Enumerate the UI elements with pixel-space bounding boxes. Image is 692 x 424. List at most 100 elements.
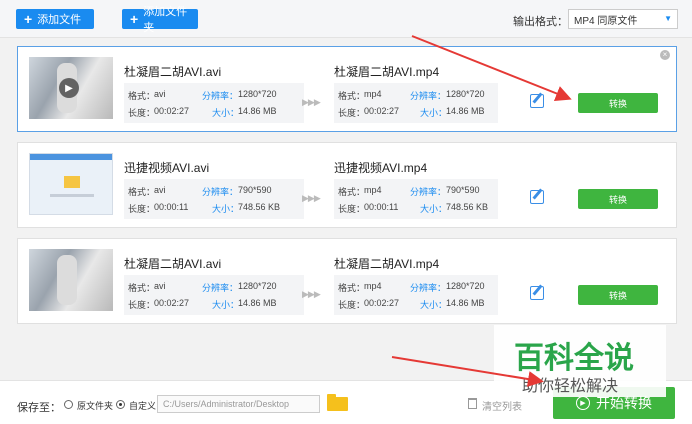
resolution-label: 分辨率：	[410, 187, 447, 197]
original-folder-radio[interactable]	[64, 400, 73, 409]
size-label: 大小：	[212, 108, 240, 118]
source-format: avi	[154, 89, 166, 99]
source-file-name: 迅捷视频AVI.avi	[124, 161, 210, 175]
size-label: 大小：	[212, 300, 240, 310]
thumbnail-figure	[57, 255, 77, 305]
target-resolution: 1280*720	[446, 89, 485, 99]
source-format: avi	[154, 185, 166, 195]
target-size: 748.56 KB	[446, 202, 489, 212]
resolution-label: 分辨率：	[410, 91, 447, 101]
size-label: 大小：	[420, 108, 448, 118]
watermark-title: 百科全说	[514, 341, 634, 376]
target-size: 14.86 MB	[446, 106, 485, 116]
file-item[interactable]: 迅捷视频AVI.avi 格式： avi 分辨率： 790*590 长度： 00:…	[17, 142, 677, 228]
target-resolution: 790*590	[446, 185, 480, 195]
source-size: 14.86 MB	[238, 298, 277, 308]
play-icon[interactable]: ▶	[59, 78, 79, 98]
edit-icon[interactable]	[530, 190, 544, 204]
convert-button[interactable]: 转换	[578, 189, 658, 209]
target-format: mp4	[364, 89, 382, 99]
size-label: 大小：	[420, 300, 448, 310]
source-file-name: 杜凝眉二胡AVI.avi	[124, 65, 222, 79]
target-info-box: 格式： mp4 分辨率： 1280*720 长度： 00:02:27 大小： 1…	[334, 83, 498, 123]
target-format: mp4	[364, 281, 382, 291]
output-format-label: 输出格式：	[513, 16, 568, 28]
resolution-label: 分辨率：	[202, 91, 239, 101]
clear-list-button[interactable]: 清空列表	[482, 398, 522, 413]
source-info-box: 格式： avi 分辨率： 790*590 长度： 00:00:11 大小： 74…	[124, 179, 304, 219]
duration-label: 长度：	[128, 108, 156, 118]
toolbar: + 添加文件 + 添加文件夹 输出格式： MP4 同原文件 ▼	[0, 0, 692, 38]
add-file-button[interactable]: + 添加文件	[16, 9, 94, 29]
custom-folder-label[interactable]: 自定义	[129, 399, 156, 412]
source-duration: 00:02:27	[154, 298, 190, 308]
target-size: 14.86 MB	[446, 298, 485, 308]
source-size: 748.56 KB	[238, 202, 281, 212]
format-label: 格式：	[128, 91, 156, 101]
output-format-select[interactable]: MP4 同原文件 ▼	[568, 9, 678, 29]
format-label: 格式：	[338, 187, 366, 197]
original-folder-label[interactable]: 原文件夹	[77, 399, 113, 412]
close-icon[interactable]: ×	[660, 50, 670, 60]
watermark-subtitle: 助你轻松解决	[522, 376, 619, 395]
add-file-label: 添加文件	[37, 14, 82, 26]
source-duration: 00:00:11	[154, 202, 189, 212]
arrow-right-icon: ▶▶▶	[302, 193, 321, 203]
target-file-name: 迅捷视频AVI.mp4	[334, 161, 428, 175]
format-label: 格式：	[128, 187, 156, 197]
thumbnail-line	[50, 194, 94, 197]
plus-icon: +	[130, 11, 139, 27]
add-folder-label: 添加文件夹	[143, 6, 188, 34]
duration-label: 长度：	[128, 300, 156, 310]
target-format: mp4	[364, 185, 382, 195]
resolution-label: 分辨率：	[410, 283, 447, 293]
edit-icon[interactable]	[530, 286, 544, 300]
watermark: 百科全说 助你轻松解决	[494, 325, 666, 397]
file-item[interactable]: 杜凝眉二胡AVI.avi 格式： avi 分辨率： 1280*720 长度： 0…	[17, 238, 677, 324]
trash-icon[interactable]	[468, 398, 477, 409]
duration-label: 长度：	[338, 204, 366, 214]
source-info-box: 格式： avi 分辨率： 1280*720 长度： 00:02:27 大小： 1…	[124, 83, 304, 123]
output-format-value: MP4 同原文件	[574, 15, 638, 27]
resolution-label: 分辨率：	[202, 187, 239, 197]
play-circle-icon: ▶	[576, 396, 590, 410]
chevron-down-icon: ▼	[664, 14, 672, 23]
plus-icon: +	[24, 11, 33, 27]
size-label: 大小：	[212, 204, 240, 214]
save-path-input[interactable]	[157, 395, 320, 413]
save-to-label: 保存至：	[17, 402, 61, 414]
target-duration: 00:02:27	[364, 298, 400, 308]
source-duration: 00:02:27	[154, 106, 190, 116]
format-label: 格式：	[128, 283, 156, 293]
format-label: 格式：	[338, 283, 366, 293]
target-file-name: 杜凝眉二胡AVI.mp4	[334, 257, 440, 271]
edit-icon[interactable]	[530, 94, 544, 108]
add-folder-button[interactable]: + 添加文件夹	[122, 6, 198, 34]
arrow-right-icon: ▶▶▶	[302, 289, 321, 299]
custom-folder-radio[interactable]	[116, 400, 125, 409]
target-duration: 00:02:27	[364, 106, 400, 116]
duration-label: 长度：	[128, 204, 156, 214]
folder-icon[interactable]	[327, 394, 348, 411]
duration-label: 长度：	[338, 300, 366, 310]
convert-button[interactable]: 转换	[578, 285, 658, 305]
duration-label: 长度：	[338, 108, 366, 118]
target-info-box: 格式： mp4 分辨率： 1280*720 长度： 00:02:27 大小： 1…	[334, 275, 498, 315]
arrow-right-icon: ▶▶▶	[302, 97, 321, 107]
format-label: 格式：	[338, 91, 366, 101]
thumbnail-titlebar	[30, 154, 112, 160]
source-format: avi	[154, 281, 166, 291]
size-label: 大小：	[420, 204, 448, 214]
resolution-label: 分辨率：	[202, 283, 239, 293]
target-duration: 00:00:11	[364, 202, 399, 212]
convert-button[interactable]: 转换	[578, 93, 658, 113]
video-thumbnail[interactable]	[29, 249, 113, 311]
video-thumbnail[interactable]: ▶	[29, 57, 113, 119]
target-file-name: 杜凝眉二胡AVI.mp4	[334, 65, 440, 79]
file-item[interactable]: ▶ 杜凝眉二胡AVI.avi 格式： avi 分辨率： 1280*720 长度：…	[17, 46, 677, 132]
video-thumbnail[interactable]	[29, 153, 113, 215]
target-resolution: 1280*720	[446, 281, 485, 291]
source-resolution: 1280*720	[238, 281, 277, 291]
source-resolution: 790*590	[238, 185, 272, 195]
source-size: 14.86 MB	[238, 106, 277, 116]
